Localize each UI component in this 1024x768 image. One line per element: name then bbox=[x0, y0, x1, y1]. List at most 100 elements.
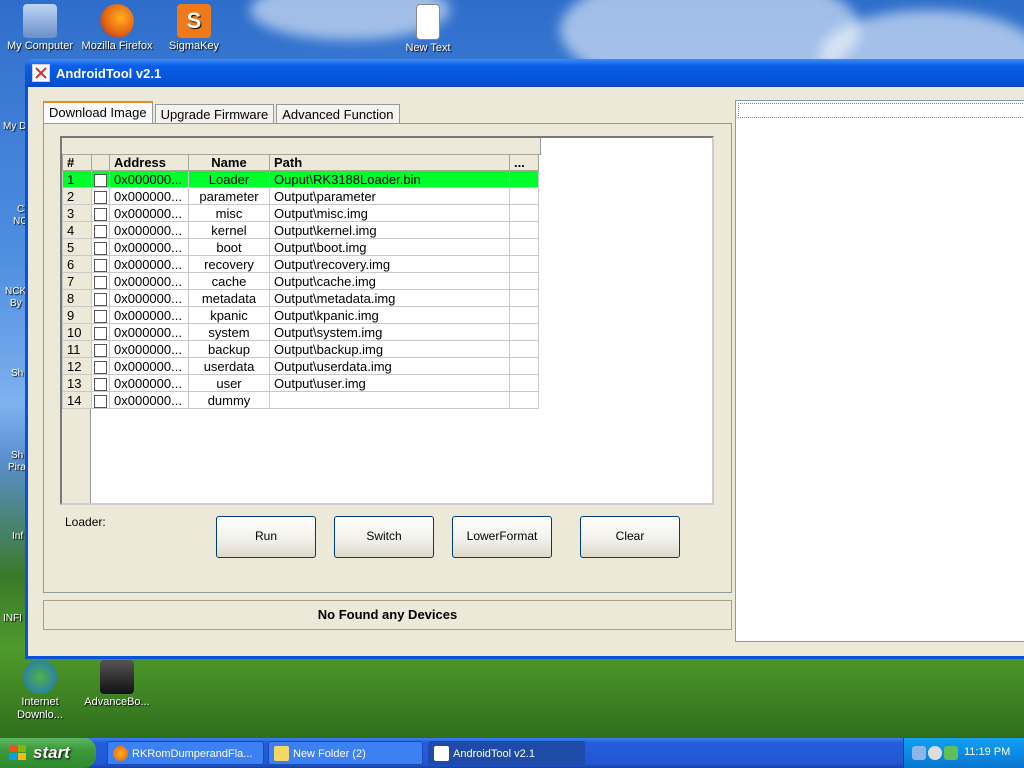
row-browse[interactable] bbox=[509, 306, 539, 324]
task-androidtool[interactable]: AndroidTool v2.1 bbox=[428, 741, 585, 765]
row-browse[interactable] bbox=[509, 289, 539, 307]
checkbox[interactable] bbox=[94, 224, 107, 238]
table-row[interactable]: 7 0x000000... cache Output\cache.img bbox=[62, 272, 539, 290]
row-checkbox[interactable] bbox=[91, 221, 110, 239]
row-path[interactable]: Output\backup.img bbox=[269, 340, 510, 358]
row-address[interactable]: 0x000000... bbox=[109, 255, 189, 273]
row-checkbox[interactable] bbox=[91, 340, 110, 358]
row-address[interactable]: 0x000000... bbox=[109, 340, 189, 358]
title-bar[interactable]: AndroidTool v2.1 bbox=[25, 59, 1024, 87]
row-checkbox[interactable] bbox=[91, 255, 110, 273]
row-address[interactable]: 0x000000... bbox=[109, 221, 189, 239]
safely-remove-icon[interactable] bbox=[944, 746, 958, 760]
advancebox-shortcut[interactable]: AdvanceBo... bbox=[77, 660, 157, 709]
col-path[interactable]: Path bbox=[269, 154, 510, 171]
col-number[interactable]: # bbox=[62, 154, 92, 171]
checkbox[interactable] bbox=[94, 173, 107, 187]
table-row[interactable]: 5 0x000000... boot Output\boot.img bbox=[62, 238, 539, 256]
clear-button[interactable]: Clear bbox=[580, 516, 680, 558]
checkbox[interactable] bbox=[94, 309, 107, 323]
checkbox[interactable] bbox=[94, 258, 107, 272]
row-browse[interactable] bbox=[509, 187, 539, 205]
row-path[interactable]: Output\kernel.img bbox=[269, 221, 510, 239]
row-path[interactable]: Output\kpanic.img bbox=[269, 306, 510, 324]
row-address[interactable]: 0x000000... bbox=[109, 289, 189, 307]
lowerformat-button[interactable]: LowerFormat bbox=[452, 516, 552, 558]
row-address[interactable]: 0x000000... bbox=[109, 170, 189, 188]
checkbox[interactable] bbox=[94, 360, 107, 374]
row-address[interactable]: 0x000000... bbox=[109, 187, 189, 205]
task-rkromdumper[interactable]: RKRomDumperandFla... bbox=[107, 741, 264, 765]
switch-button[interactable]: Switch bbox=[334, 516, 434, 558]
row-browse[interactable] bbox=[509, 255, 539, 273]
row-address[interactable]: 0x000000... bbox=[109, 323, 189, 341]
checkbox[interactable] bbox=[94, 207, 107, 221]
checkbox[interactable] bbox=[94, 326, 107, 340]
task-new-folder[interactable]: New Folder (2) bbox=[268, 741, 423, 765]
row-browse[interactable] bbox=[509, 272, 539, 290]
row-browse[interactable] bbox=[509, 221, 539, 239]
checkbox[interactable] bbox=[94, 275, 107, 289]
row-checkbox[interactable] bbox=[91, 170, 110, 188]
row-checkbox[interactable] bbox=[91, 204, 110, 222]
col-more[interactable]: ... bbox=[509, 154, 539, 171]
row-address[interactable]: 0x000000... bbox=[109, 357, 189, 375]
row-browse[interactable] bbox=[509, 391, 539, 409]
table-row[interactable]: 9 0x000000... kpanic Output\kpanic.img bbox=[62, 306, 539, 324]
checkbox[interactable] bbox=[94, 343, 107, 357]
row-path[interactable]: Output\recovery.img bbox=[269, 255, 510, 273]
row-checkbox[interactable] bbox=[91, 374, 110, 392]
row-address[interactable]: 0x000000... bbox=[109, 374, 189, 392]
start-button[interactable]: start bbox=[0, 738, 96, 768]
image-grid[interactable]: # Address Name Path ... 1 0x000000... Load… bbox=[60, 136, 714, 505]
table-row[interactable]: 1 0x000000... Loader Ouput\RK3188Loader.bin bbox=[62, 170, 539, 188]
new-text-document-shortcut[interactable]: New Text Document bbox=[388, 4, 468, 56]
row-checkbox[interactable] bbox=[91, 323, 110, 341]
row-path[interactable]: Output\user.img bbox=[269, 374, 510, 392]
row-address[interactable]: 0x000000... bbox=[109, 204, 189, 222]
checkbox[interactable] bbox=[94, 190, 107, 204]
log-panel[interactable] bbox=[735, 100, 1024, 642]
run-button[interactable]: Run bbox=[216, 516, 316, 558]
table-row[interactable]: 13 0x000000... user Output\user.img bbox=[62, 374, 539, 392]
row-browse[interactable] bbox=[509, 204, 539, 222]
internet-download-shortcut[interactable]: Internet Downlo... bbox=[0, 660, 80, 722]
row-browse[interactable] bbox=[509, 323, 539, 341]
row-checkbox[interactable] bbox=[91, 272, 110, 290]
table-row[interactable]: 12 0x000000... userdata Output\userdata.img bbox=[62, 357, 539, 375]
table-row[interactable]: 6 0x000000... recovery Output\recovery.img bbox=[62, 255, 539, 273]
row-checkbox[interactable] bbox=[91, 391, 110, 409]
table-row[interactable]: 3 0x000000... misc Output\misc.img bbox=[62, 204, 539, 222]
row-path[interactable]: Output\cache.img bbox=[269, 272, 510, 290]
row-browse[interactable] bbox=[509, 170, 539, 188]
row-path[interactable]: Output\parameter bbox=[269, 187, 510, 205]
row-checkbox[interactable] bbox=[91, 306, 110, 324]
table-row[interactable]: 10 0x000000... system Output\system.img bbox=[62, 323, 539, 341]
row-browse[interactable] bbox=[509, 374, 539, 392]
checkbox[interactable] bbox=[94, 241, 107, 255]
row-checkbox[interactable] bbox=[91, 289, 110, 307]
row-address[interactable]: 0x000000... bbox=[109, 391, 189, 409]
row-address[interactable]: 0x000000... bbox=[109, 306, 189, 324]
row-address[interactable]: 0x000000... bbox=[109, 238, 189, 256]
row-path[interactable]: Output\boot.img bbox=[269, 238, 510, 256]
row-path[interactable]: Output\misc.img bbox=[269, 204, 510, 222]
firefox-shortcut[interactable]: Mozilla Firefox bbox=[77, 4, 157, 53]
my-computer-shortcut[interactable]: My Computer bbox=[0, 4, 80, 53]
row-checkbox[interactable] bbox=[91, 357, 110, 375]
row-path[interactable]: Output\system.img bbox=[269, 323, 510, 341]
row-checkbox[interactable] bbox=[91, 187, 110, 205]
table-row[interactable]: 8 0x000000... metadata Output\metadata.img bbox=[62, 289, 539, 307]
row-browse[interactable] bbox=[509, 340, 539, 358]
row-checkbox[interactable] bbox=[91, 238, 110, 256]
checkbox[interactable] bbox=[94, 394, 107, 408]
row-address[interactable]: 0x000000... bbox=[109, 272, 189, 290]
table-row[interactable]: 14 0x000000... dummy bbox=[62, 391, 539, 409]
table-row[interactable]: 4 0x000000... kernel Output\kernel.img bbox=[62, 221, 539, 239]
network-icon[interactable] bbox=[912, 746, 926, 760]
checkbox[interactable] bbox=[94, 292, 107, 306]
col-address[interactable]: Address bbox=[109, 154, 189, 171]
row-path[interactable] bbox=[269, 391, 510, 409]
col-check[interactable] bbox=[91, 154, 110, 171]
volume-icon[interactable] bbox=[928, 746, 942, 760]
